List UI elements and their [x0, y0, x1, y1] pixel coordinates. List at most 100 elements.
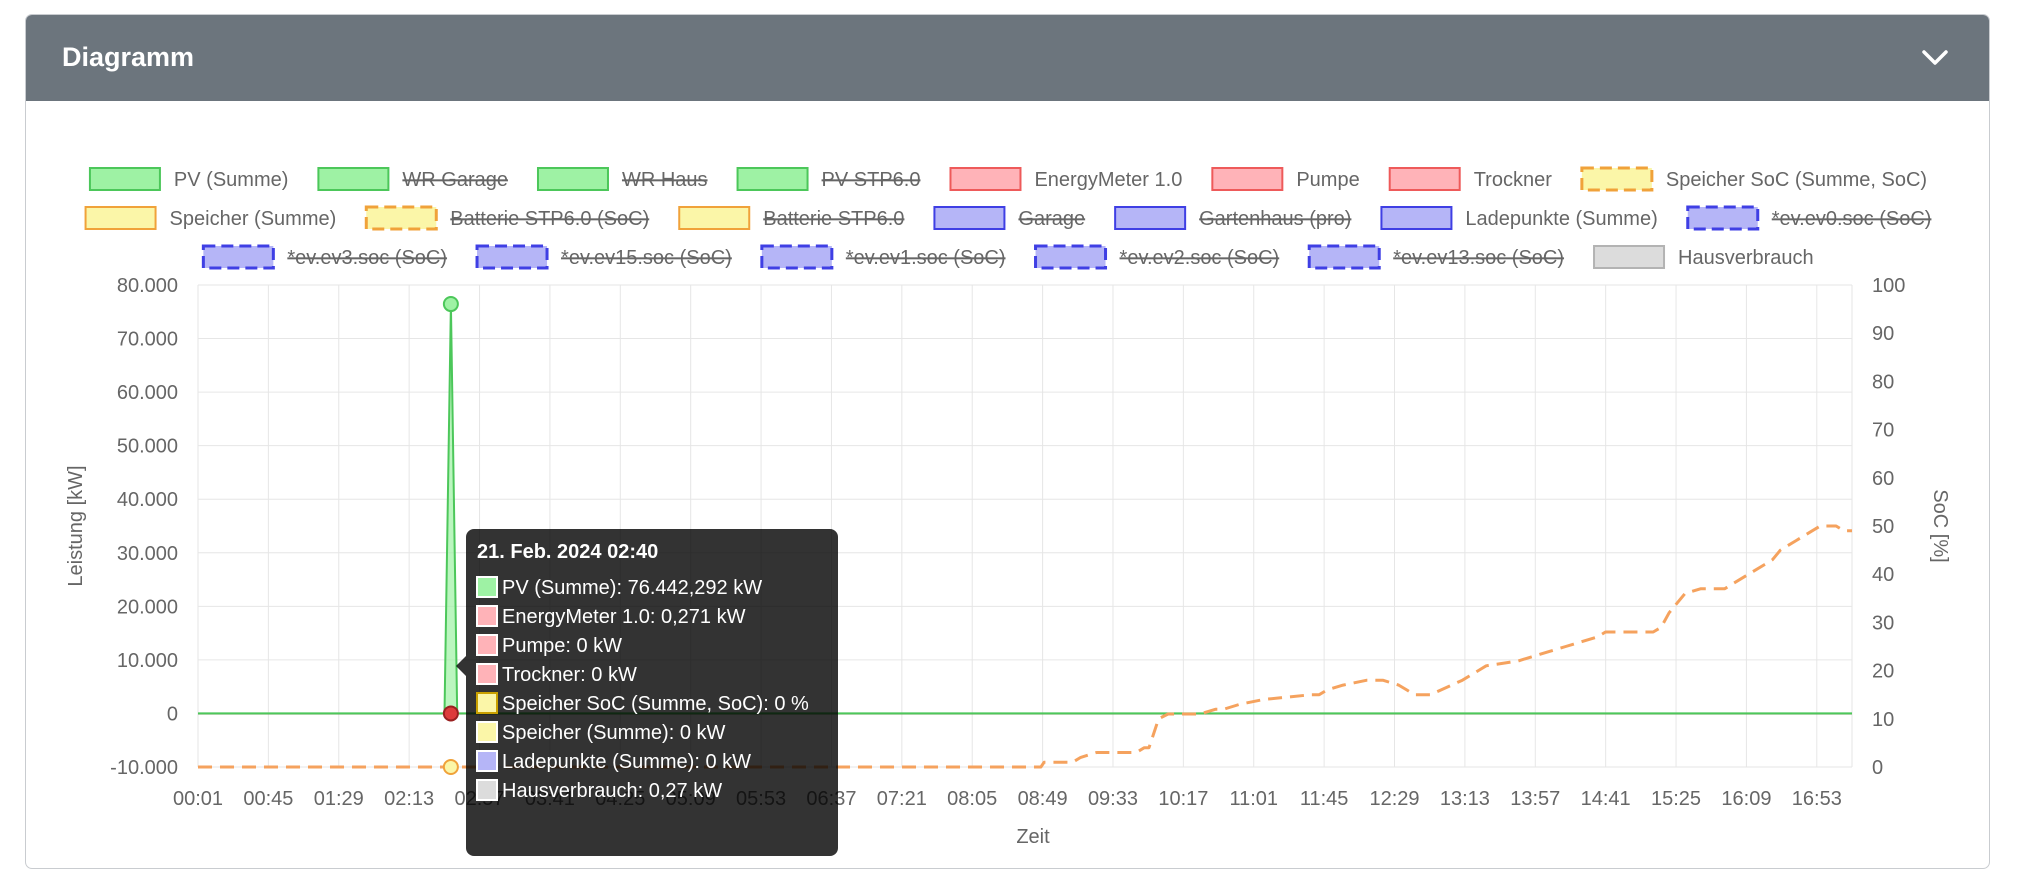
y-tick-label: 60.000	[117, 382, 178, 404]
legend-label: Gartenhaus (pro)	[1199, 208, 1351, 230]
x-tick-label: 11:01	[1229, 788, 1278, 810]
x-tick-label: 08:05	[947, 788, 997, 810]
legend-item[interactable]: Batterie STP6.0	[678, 206, 904, 230]
legend-item[interactable]: *ev.ev1.soc (SoC)	[760, 244, 1006, 270]
chart-tooltip: 21. Feb. 2024 02:40 PV (Summe): 76.442,29…	[456, 529, 838, 856]
legend-label: Speicher (Summe)	[170, 208, 337, 230]
y-tick-label: 30.000	[117, 543, 178, 565]
y2-tick-label: 10	[1872, 709, 1894, 731]
legend-item[interactable]: Speicher SoC (Summe, SoC)	[1580, 166, 1927, 192]
legend-item[interactable]: *ev.ev13.soc (SoC)	[1307, 244, 1564, 270]
legend-label: PV (Summe)	[174, 169, 288, 191]
legend-item[interactable]: Garage	[933, 206, 1085, 230]
legend-item[interactable]: Trockner	[1388, 167, 1553, 191]
legend-item[interactable]: WR Garage	[317, 167, 508, 191]
legend-item[interactable]: *ev.ev15.soc (SoC)	[475, 244, 732, 270]
legend-swatch	[1307, 244, 1381, 270]
tooltip-swatch	[476, 605, 498, 627]
legend-swatch	[1388, 167, 1461, 191]
y2-tick-label: 50	[1872, 516, 1894, 538]
x-tick-label: 07:21	[877, 788, 927, 810]
y-axis-label: Leistung [kW]	[65, 465, 87, 586]
tooltip-row: PV (Summe): 76.442,292 kW	[502, 577, 762, 599]
legend-item[interactable]: *ev.ev3.soc (SoC)	[201, 244, 447, 270]
legend-swatch	[317, 167, 390, 191]
y2-tick-label: 70	[1872, 420, 1894, 442]
legend-label: Speicher SoC (Summe, SoC)	[1666, 169, 1927, 191]
legend-label: Hausverbrauch	[1678, 247, 1814, 269]
legend-swatch	[1593, 245, 1666, 269]
legend-swatch	[364, 205, 438, 231]
legend-swatch	[736, 167, 809, 191]
y2-tick-label: 100	[1872, 275, 1905, 297]
y2-tick-label: 90	[1872, 323, 1894, 345]
y-tick-label: 20.000	[117, 596, 178, 618]
legend-item[interactable]: Batterie STP6.0 (SoC)	[364, 205, 649, 231]
y2-tick-label: 20	[1872, 661, 1894, 683]
legend-label: *ev.ev15.soc (SoC)	[561, 247, 732, 269]
legend-item[interactable]: Pumpe	[1211, 167, 1360, 191]
legend-item[interactable]: *ev.ev2.soc (SoC)	[1034, 244, 1280, 270]
legend-swatch	[1380, 206, 1453, 230]
x-tick-label: 11:45	[1300, 788, 1349, 810]
legend-item[interactable]: Hausverbrauch	[1593, 245, 1814, 269]
x-tick-label: 00:45	[243, 788, 293, 810]
tooltip-swatch	[476, 692, 498, 714]
legend-swatch	[1114, 206, 1187, 230]
x-tick-label: 12:29	[1369, 788, 1419, 810]
legend-label: Ladepunkte (Summe)	[1465, 208, 1657, 230]
chart-axes: 80.000 70.000 60.000 50.000 40.000 30.000 20.0…	[65, 275, 1951, 848]
x-tick-label: 01:29	[314, 788, 364, 810]
tooltip-swatch	[476, 750, 498, 772]
x-tick-label: 16:09	[1721, 788, 1771, 810]
tooltip-row: Speicher (Summe): 0 kW	[502, 722, 726, 744]
y-tick-label: 50.000	[117, 436, 178, 458]
tooltip-swatch	[476, 634, 498, 656]
legend-swatch	[1580, 166, 1654, 192]
y-tick-label: 70.000	[117, 329, 178, 351]
legend-item[interactable]: PV (Summe)	[88, 167, 288, 191]
legend-item[interactable]: Ladepunkte (Summe)	[1380, 206, 1658, 230]
legend-label: *ev.ev0.soc (SoC)	[1772, 208, 1932, 230]
y2-tick-label: 40	[1872, 564, 1894, 586]
hover-point-pv	[442, 296, 459, 313]
legend-swatch	[536, 167, 609, 191]
tooltip-title: 21. Feb. 2024 02:40	[477, 541, 658, 563]
legend-label: Pumpe	[1296, 169, 1359, 191]
y-tick-label: 0	[167, 703, 178, 725]
legend: PV (Summe) WR Garage WR Haus PV STP6.0 Energ…	[84, 166, 1932, 270]
x-tick-label: 14:41	[1581, 788, 1631, 810]
legend-label: WR Haus	[622, 169, 708, 191]
x-tick-label: 16:53	[1792, 788, 1842, 810]
x-tick-label: 08:49	[1018, 788, 1068, 810]
x-tick-label: 13:13	[1440, 788, 1490, 810]
legend-item[interactable]: PV STP6.0	[736, 167, 921, 191]
x-tick-label: 13:57	[1510, 788, 1560, 810]
chart: PV (Summe) WR Garage WR Haus PV STP6.0 Energ…	[65, 166, 1951, 856]
tooltip-row: Pumpe: 0 kW	[502, 635, 622, 657]
y-tick-label: -10.000	[110, 757, 178, 779]
legend-item[interactable]: EnergyMeter 1.0	[949, 167, 1182, 191]
hover-point-soc	[442, 759, 459, 775]
legend-item[interactable]: *ev.ev0.soc (SoC)	[1686, 205, 1932, 231]
legend-label: WR Garage	[402, 169, 508, 191]
card-title: Diagramm	[62, 42, 195, 72]
legend-item[interactable]: Gartenhaus (pro)	[1114, 206, 1351, 230]
legend-item[interactable]: WR Haus	[536, 167, 708, 191]
x-tick-label: 02:13	[384, 788, 434, 810]
y-tick-label: 10.000	[117, 650, 178, 672]
legend-swatch	[760, 244, 834, 270]
legend-swatch	[1686, 205, 1760, 231]
card-header[interactable]: Diagramm	[26, 15, 1989, 101]
legend-label: Garage	[1018, 208, 1085, 230]
legend-swatch	[88, 167, 161, 191]
legend-item[interactable]: Speicher (Summe)	[84, 206, 337, 230]
legend-label: Batterie STP6.0 (SoC)	[450, 208, 649, 230]
y2-tick-label: 0	[1872, 757, 1883, 779]
diagram-card: Diagramm PV (Summe) WR Garage WR Haus PV ST…	[25, 14, 1990, 869]
tooltip-row: EnergyMeter 1.0: 0,271 kW	[502, 606, 746, 628]
legend-swatch	[933, 206, 1006, 230]
chevron-down-icon[interactable]	[1921, 47, 1949, 67]
series-pv-line	[198, 304, 1852, 715]
legend-swatch	[949, 167, 1022, 191]
